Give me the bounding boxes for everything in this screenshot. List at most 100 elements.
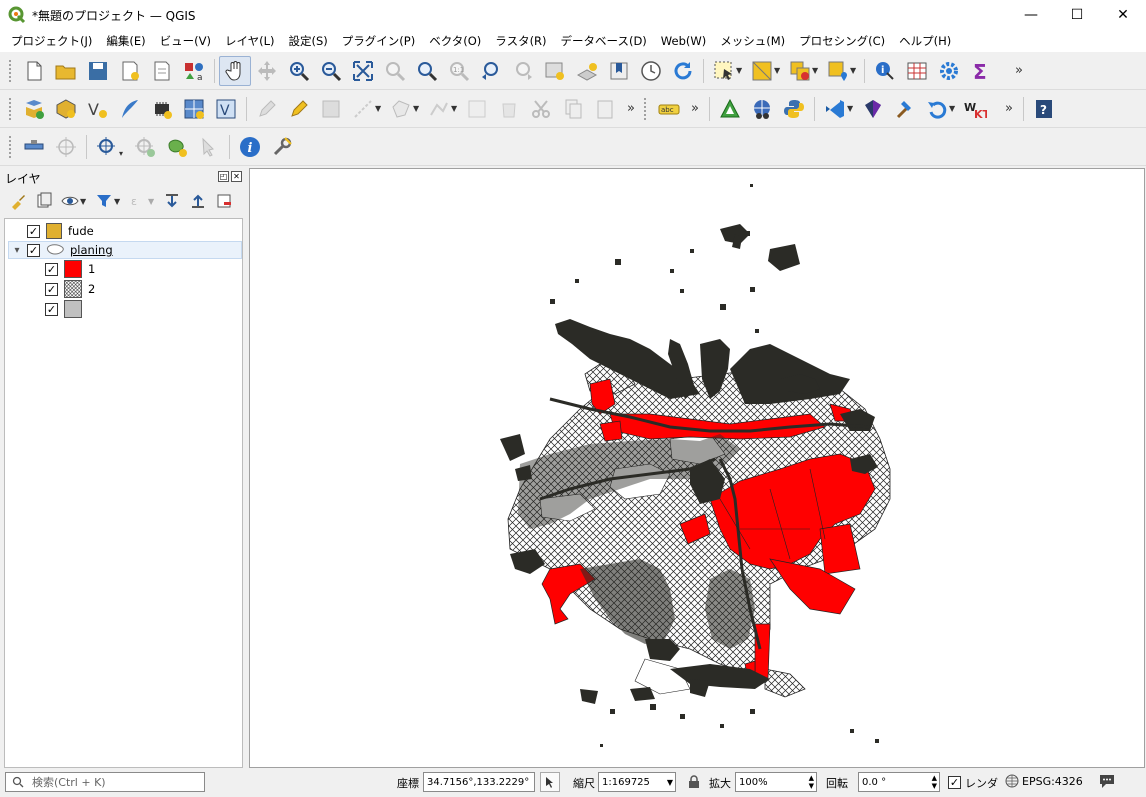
legend-item-class-1[interactable]: ✓ 1 <box>45 260 95 278</box>
toggle-edit-button[interactable] <box>251 94 283 124</box>
remove-layer-button[interactable] <box>212 190 236 212</box>
plugin-gem-button[interactable] <box>857 94 889 124</box>
digitize-button[interactable] <box>114 94 146 124</box>
render-checkbox[interactable]: ✓ <box>948 776 961 789</box>
toolbar-more-button[interactable]: » <box>1005 101 1013 116</box>
rotation-spinbox[interactable]: 0.0 ° ▲ ▼ <box>858 772 940 792</box>
add-group-button[interactable] <box>32 190 56 212</box>
attribute-table-button[interactable] <box>901 56 933 86</box>
layer-visibility-checkbox[interactable]: ✓ <box>27 224 40 238</box>
snapping-dropdown[interactable]: ▾ <box>119 149 127 158</box>
georeferencer-button[interactable] <box>714 94 746 124</box>
zoom-native-button[interactable]: 1:1 <box>443 56 475 86</box>
label-toolbar-button[interactable]: abc <box>653 94 685 124</box>
help-button[interactable]: ? <box>1028 94 1060 124</box>
toolbar-grip[interactable] <box>8 58 12 83</box>
new-print-layout-button[interactable] <box>114 56 146 86</box>
menu-raster[interactable]: ラスタ(R) <box>488 33 553 49</box>
processing-toolbox-button[interactable] <box>933 56 965 86</box>
location-dropdown[interactable]: ▼ <box>850 66 858 75</box>
pan-map-button[interactable] <box>219 55 251 86</box>
memory-layer-button[interactable] <box>146 94 178 124</box>
temporal-controller-button[interactable] <box>635 56 667 86</box>
refresh-button[interactable] <box>667 56 699 86</box>
messages-button[interactable] <box>1098 773 1116 792</box>
modify-attributes-button[interactable] <box>461 94 493 124</box>
data-source-manager-button[interactable] <box>18 94 50 124</box>
layer-item-planing[interactable]: ▾ ✓ planing <box>8 241 242 259</box>
maximize-button[interactable]: ☐ <box>1054 0 1100 30</box>
filter-dropdown[interactable]: ▼ <box>114 197 122 206</box>
spatial-bookmark-button[interactable] <box>603 56 635 86</box>
cut-features-button[interactable] <box>525 94 557 124</box>
save-edits-button[interactable] <box>315 94 347 124</box>
new-3d-view-button[interactable] <box>571 56 603 86</box>
layout-manager-button[interactable] <box>146 56 178 86</box>
style-manager-button[interactable]: a <box>178 56 210 86</box>
filter-expression-button[interactable]: ε <box>126 190 150 212</box>
lock-scale-button[interactable] <box>688 775 700 792</box>
filter-legend-button[interactable] <box>92 190 116 212</box>
toolbar-more-button[interactable]: » <box>1015 63 1023 78</box>
menu-help[interactable]: ヘルプ(H) <box>892 33 958 49</box>
toolbar-grip[interactable] <box>642 96 647 121</box>
add-feature-dropdown[interactable]: ▼ <box>413 104 421 113</box>
menu-processing[interactable]: プロセシング(C) <box>792 33 892 49</box>
class-visibility-checkbox[interactable]: ✓ <box>45 282 58 296</box>
toolbar-grip[interactable] <box>8 96 12 121</box>
scale-combobox[interactable]: 1:169725 ▼ <box>598 772 676 792</box>
zoom-selection-button[interactable] <box>379 56 411 86</box>
toolbar-more-button[interactable]: » <box>691 101 699 116</box>
paste-features-button[interactable] <box>589 94 621 124</box>
zoom-in-button[interactable] <box>283 56 315 86</box>
minimize-button[interactable]: — <box>1008 0 1054 30</box>
layer-item-fude[interactable]: ✓ fude <box>27 222 94 240</box>
plugin-hammer-button[interactable] <box>889 94 921 124</box>
magnifier-spinbox[interactable]: 100% ▲ ▼ <box>735 772 817 792</box>
delete-selected-button[interactable] <box>493 94 525 124</box>
gps-toolbar-button[interactable] <box>18 132 50 162</box>
expand-all-button[interactable] <box>160 190 184 212</box>
menu-settings[interactable]: 設定(S) <box>282 33 335 49</box>
identify-button[interactable]: i <box>869 56 901 86</box>
information-button[interactable]: i <box>234 132 266 162</box>
locator-search-input[interactable]: 検索(Ctrl + K) <box>5 772 205 792</box>
digitize-dropdown[interactable]: ▼ <box>375 104 383 113</box>
copy-features-button[interactable] <box>557 94 589 124</box>
menu-web[interactable]: Web(W) <box>654 34 713 48</box>
undo-dropdown[interactable]: ▼ <box>949 104 957 113</box>
options-tools-button[interactable] <box>266 132 298 162</box>
zoom-next-button[interactable] <box>507 56 539 86</box>
metasearch-button[interactable] <box>746 94 778 124</box>
expression-dropdown[interactable]: ▼ <box>148 197 156 206</box>
menu-database[interactable]: データベース(D) <box>554 33 654 49</box>
layer-visibility-checkbox[interactable]: ✓ <box>27 243 40 257</box>
legend-item-class-2[interactable]: ✓ 2 <box>45 280 95 298</box>
menu-mesh[interactable]: メッシュ(M) <box>713 33 792 49</box>
menu-layer[interactable]: レイヤ(L) <box>218 33 282 49</box>
coordinate-field[interactable]: 34.7156°,133.2229° <box>423 772 535 792</box>
new-project-button[interactable] <box>18 56 50 86</box>
class-visibility-checkbox[interactable]: ✓ <box>45 262 58 276</box>
python-console-button[interactable] <box>778 94 810 124</box>
new-map-view-button[interactable] <box>539 56 571 86</box>
zoom-full-button[interactable] <box>347 56 379 86</box>
save-project-button[interactable] <box>82 56 114 86</box>
collapse-all-button[interactable] <box>186 190 210 212</box>
menu-view[interactable]: ビュー(V) <box>153 33 218 49</box>
zoom-out-button[interactable] <box>315 56 347 86</box>
vertex-dropdown[interactable]: ▼ <box>451 104 459 113</box>
panel-float-button[interactable]: ◰ <box>218 171 229 182</box>
gps-cross-button[interactable] <box>50 132 82 162</box>
visibility-dropdown[interactable]: ▼ <box>80 197 88 206</box>
shape-digitize-button[interactable] <box>161 132 193 162</box>
toggle-extents-button[interactable] <box>540 772 560 792</box>
toolbar-grip[interactable] <box>8 134 12 159</box>
virtual-v-button[interactable]: V <box>210 94 242 124</box>
measure-disabled-button[interactable] <box>193 132 225 162</box>
legend-item-class-other[interactable]: ✓ <box>45 300 88 318</box>
plugin-dropdown[interactable]: ▼ <box>847 104 855 113</box>
menu-edit[interactable]: 編集(E) <box>99 33 152 49</box>
statistical-summary-button[interactable]: Σ <box>965 56 997 86</box>
menu-vector[interactable]: ベクタ(O) <box>422 33 488 49</box>
